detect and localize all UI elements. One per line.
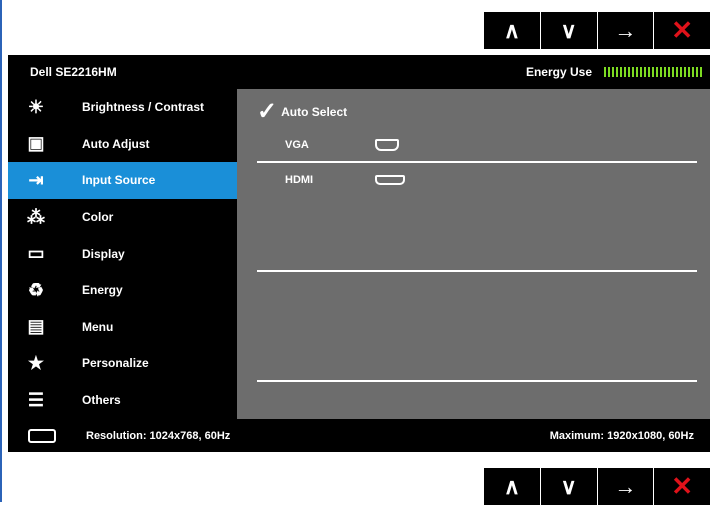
main-menu: ☀ Brightness / Contrast ▣ Auto Adjust ⇥ … [8,89,237,419]
menu-item-display[interactable]: ▭ Display [8,235,237,272]
menu-item-input-source[interactable]: ⇥ Input Source [8,162,237,199]
enter-button[interactable]: → [597,468,654,505]
auto-adjust-icon: ▣ [27,133,45,154]
menu-item-label: Brightness / Contrast [82,100,205,115]
menu-item-personalize[interactable]: ★ Personalize [8,345,237,382]
hdmi-option[interactable]: HDMI [285,174,313,186]
nav-buttons-bottom: ∧ ∨ → ✕ [484,468,710,505]
osd-menu: Dell SE2216HM Energy Use ☀ Brightness / … [8,55,710,452]
arrow-right-icon: → [614,473,637,499]
chevron-up-icon: ∧ [503,17,520,43]
input-source-panel: ✓ Auto Select VGA HDMI [237,89,710,419]
vga-port-icon [375,139,399,151]
chevron-down-icon: ∨ [560,473,577,499]
energy-meter [604,67,704,77]
menu-item-energy[interactable]: ♻ Energy [8,272,237,309]
auto-select-option[interactable]: ✓ Auto Select [257,97,347,126]
menu-item-label: Input Source [82,173,156,188]
down-button[interactable]: ∨ [540,468,597,505]
osd-footer: Resolution: 1024x768, 60Hz Maximum: 1920… [8,419,710,452]
maximum-resolution: Maximum: 1920x1080, 60Hz [549,429,694,442]
divider [257,270,697,272]
close-icon: ✕ [671,15,694,45]
brightness-icon: ☀ [27,96,45,117]
menu-item-label: Color [82,210,114,225]
arrow-right-icon: → [614,17,637,43]
energy-icon: ♻ [27,279,45,300]
menu-item-label: Auto Adjust [82,136,150,151]
menu-item-color[interactable]: ⁂ Color [8,199,237,236]
menu-item-label: Display [82,246,125,261]
menu-item-label: Personalize [82,356,149,371]
color-icon: ⁂ [27,206,45,227]
menu-item-others[interactable]: ☰ Others [8,382,237,419]
divider [257,161,697,163]
checkmark-icon: ✓ [257,98,278,125]
auto-select-label: Auto Select [281,104,348,119]
energy-use-label: Energy Use [525,65,592,79]
hdmi-port-icon [375,175,405,185]
exit-button[interactable]: ✕ [654,468,710,505]
menu-item-auto-adjust[interactable]: ▣ Auto Adjust [8,126,237,163]
up-button[interactable]: ∧ [484,468,540,505]
menu-item-menu[interactable]: ▤ Menu [8,309,237,346]
menu-item-brightness-contrast[interactable]: ☀ Brightness / Contrast [8,89,237,126]
enter-button[interactable]: → [597,12,654,49]
model-name: Dell SE2216HM [30,65,117,79]
menu-icon: ▤ [27,316,45,337]
vga-option[interactable]: VGA [285,139,309,151]
menu-item-label: Menu [82,319,114,334]
display-icon: ▭ [27,243,45,264]
input-source-icon: ⇥ [28,169,44,190]
exit-button[interactable]: ✕ [654,12,710,49]
nav-buttons-top: ∧ ∨ → ✕ [484,12,710,49]
chevron-down-icon: ∨ [560,17,577,43]
star-icon: ★ [27,352,45,373]
vga-connector-icon [28,428,56,443]
menu-item-label: Energy [82,283,123,298]
close-icon: ✕ [671,471,694,501]
sliders-icon: ☰ [27,389,45,410]
menu-item-label: Others [82,393,121,408]
osd-header: Dell SE2216HM Energy Use [8,55,710,89]
divider [257,380,697,382]
up-button[interactable]: ∧ [484,12,540,49]
chevron-up-icon: ∧ [503,473,520,499]
down-button[interactable]: ∨ [540,12,597,49]
left-frame-line [0,0,2,502]
current-resolution: Resolution: 1024x768, 60Hz [86,429,231,442]
